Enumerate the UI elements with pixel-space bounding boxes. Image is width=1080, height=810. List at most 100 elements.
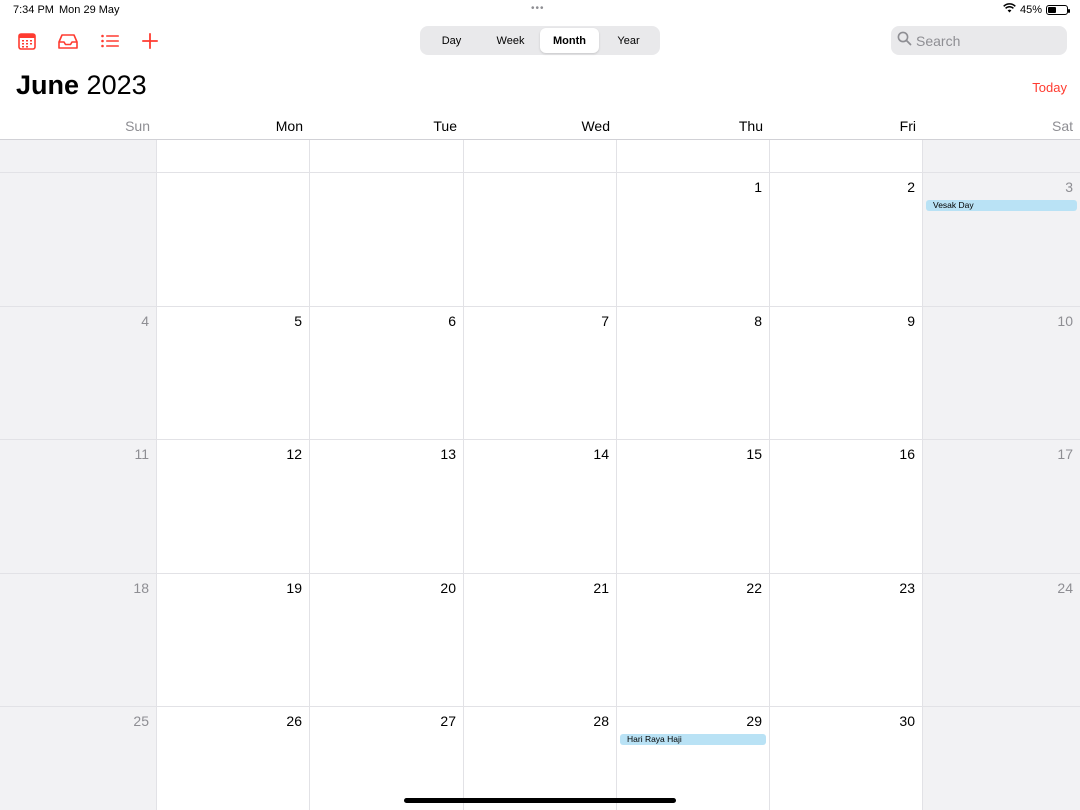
day-cell-16[interactable]: 16 (770, 440, 923, 574)
day-cell-24[interactable]: 24 (923, 574, 1080, 707)
day-cell-13[interactable]: 13 (310, 440, 464, 574)
status-date: Mon 29 May (59, 4, 120, 16)
day-number: 16 (899, 446, 915, 462)
day-cell-18[interactable]: 18 (0, 574, 157, 707)
day-number: 18 (133, 580, 149, 596)
day-cell-23[interactable]: 23 (770, 574, 923, 707)
title-month: June (16, 70, 80, 100)
day-cell-3[interactable]: 3 Vesak Day (923, 173, 1080, 307)
search-input[interactable] (916, 32, 1056, 49)
day-number: 30 (899, 713, 915, 729)
day-cell-12[interactable]: 12 (157, 440, 310, 574)
day-number: 20 (440, 580, 456, 596)
battery-fill (1048, 6, 1057, 13)
day-number: 11 (134, 446, 149, 462)
day-cell-6[interactable]: 6 (310, 307, 464, 440)
weekday-tue: Tue (433, 118, 457, 134)
day-cell-7[interactable]: 7 (464, 307, 617, 440)
day-number: 2 (907, 179, 915, 195)
day-number: 5 (294, 313, 302, 329)
day-cell-17[interactable]: 17 (923, 440, 1080, 574)
status-bar: 7:34 PM Mon 29 May ••• 45% (0, 0, 1080, 20)
day-cell-22[interactable]: 22 (617, 574, 770, 707)
empty-cell[interactable] (310, 140, 464, 173)
weekday-mon: Mon (275, 118, 303, 134)
title-year: 2023 (86, 70, 147, 100)
weekday-wed: Wed (581, 118, 610, 134)
day-number: 27 (440, 713, 456, 729)
weekday-sat: Sat (1051, 118, 1073, 134)
empty-cell[interactable] (157, 140, 310, 173)
month-grid: 1 2 3 Vesak Day 4 5 6 7 8 9 10 11 12 13 14 15 16 17 18 19 20… (0, 139, 1080, 810)
weekday-fri: Fri (899, 118, 916, 134)
weekday-sun: Sun (125, 118, 150, 134)
empty-cell[interactable] (464, 173, 617, 307)
day-cell-5[interactable]: 5 (157, 307, 310, 440)
tab-month[interactable]: Month (540, 28, 599, 53)
plus-icon[interactable] (139, 30, 161, 52)
event-vesak-day[interactable]: Vesak Day (926, 200, 1077, 211)
empty-cell[interactable] (157, 173, 310, 307)
search-icon (897, 31, 912, 51)
tab-day[interactable]: Day (422, 28, 481, 53)
battery-icon (1046, 4, 1070, 15)
event-hari-raya-haji[interactable]: Hari Raya Haji (620, 734, 766, 745)
day-number: 22 (746, 580, 762, 596)
day-number: 14 (593, 446, 609, 462)
status-time: 7:34 PM (13, 4, 54, 16)
day-cell-15[interactable]: 15 (617, 440, 770, 574)
empty-cell[interactable] (617, 140, 770, 173)
weekday-thu: Thu (738, 118, 763, 134)
empty-cell[interactable] (770, 140, 923, 173)
day-number: 19 (286, 580, 302, 596)
day-number: 26 (286, 713, 302, 729)
list-icon[interactable] (99, 30, 121, 52)
day-number: 24 (1057, 580, 1073, 596)
empty-cell[interactable] (923, 140, 1080, 173)
search-bar (891, 26, 1067, 55)
empty-cell[interactable] (0, 173, 157, 307)
tab-year[interactable]: Year (599, 28, 658, 53)
day-cell-29[interactable]: 29 Hari Raya Haji (617, 707, 770, 810)
empty-cell[interactable] (310, 173, 464, 307)
day-cell-14[interactable]: 14 (464, 440, 617, 574)
day-number: 25 (133, 713, 149, 729)
empty-cell[interactable] (464, 140, 617, 173)
day-number: 21 (593, 580, 609, 596)
multitasking-dots-icon[interactable]: ••• (531, 3, 545, 14)
day-cell-4[interactable]: 4 (0, 307, 157, 440)
calendar-icon[interactable] (16, 30, 38, 52)
empty-cell[interactable] (0, 140, 157, 173)
home-indicator[interactable] (404, 798, 676, 803)
today-button[interactable]: Today (1032, 80, 1067, 95)
day-cell-21[interactable]: 21 (464, 574, 617, 707)
day-cell-9[interactable]: 9 (770, 307, 923, 440)
empty-cell[interactable] (923, 707, 1080, 810)
page-title: June 2023 (16, 70, 147, 101)
day-number: 17 (1057, 446, 1073, 462)
status-right: 45% (1003, 3, 1070, 16)
battery-percent: 45% (1019, 3, 1042, 16)
day-cell-1[interactable]: 1 (617, 173, 770, 307)
day-cell-27[interactable]: 27 (310, 707, 464, 810)
weekday-header: Sun Mon Tue Wed Thu Fri Sat (0, 118, 1080, 138)
day-number: 12 (286, 446, 302, 462)
day-number: 28 (593, 713, 609, 729)
day-number: 6 (448, 313, 456, 329)
day-cell-25[interactable]: 25 (0, 707, 157, 810)
day-cell-19[interactable]: 19 (157, 574, 310, 707)
day-number: 29 (746, 713, 762, 729)
day-cell-10[interactable]: 10 (923, 307, 1080, 440)
day-cell-26[interactable]: 26 (157, 707, 310, 810)
tab-week[interactable]: Week (481, 28, 540, 53)
day-cell-28[interactable]: 28 (464, 707, 617, 810)
day-number: 10 (1057, 313, 1073, 329)
day-cell-30[interactable]: 30 (770, 707, 923, 810)
day-cell-2[interactable]: 2 (770, 173, 923, 307)
day-number: 13 (440, 446, 456, 462)
day-cell-11[interactable]: 11 (0, 440, 157, 574)
inbox-icon[interactable] (57, 30, 79, 52)
day-cell-20[interactable]: 20 (310, 574, 464, 707)
day-cell-8[interactable]: 8 (617, 307, 770, 440)
day-number: 15 (746, 446, 762, 462)
